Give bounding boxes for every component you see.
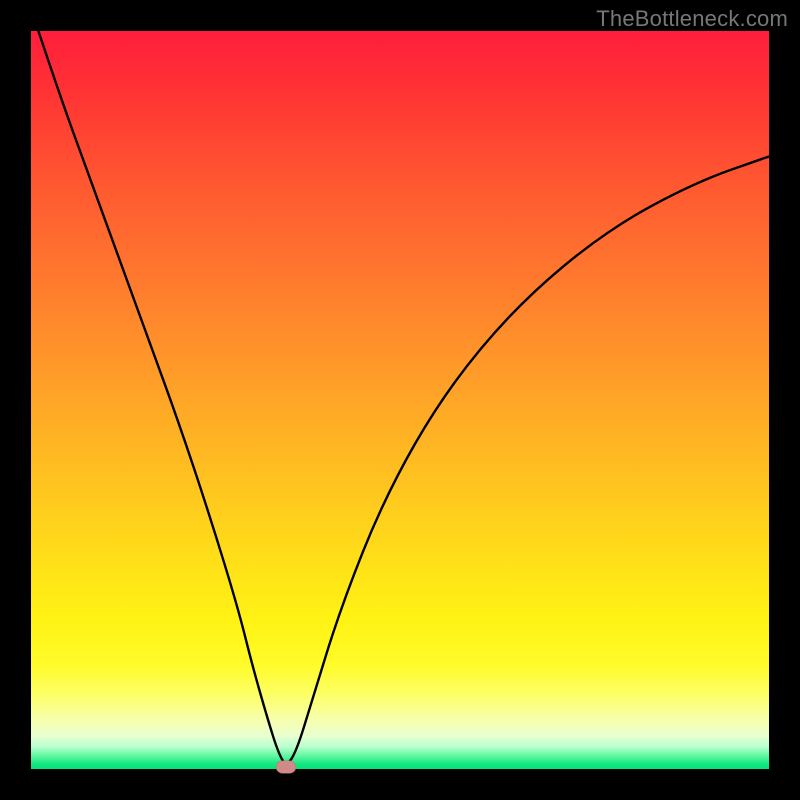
bottleneck-curve — [38, 31, 769, 763]
plot-area — [31, 31, 769, 769]
curve-svg — [31, 31, 769, 769]
optimum-marker — [276, 760, 296, 773]
watermark-text: TheBottleneck.com — [596, 6, 788, 32]
chart-frame: TheBottleneck.com — [0, 0, 800, 800]
